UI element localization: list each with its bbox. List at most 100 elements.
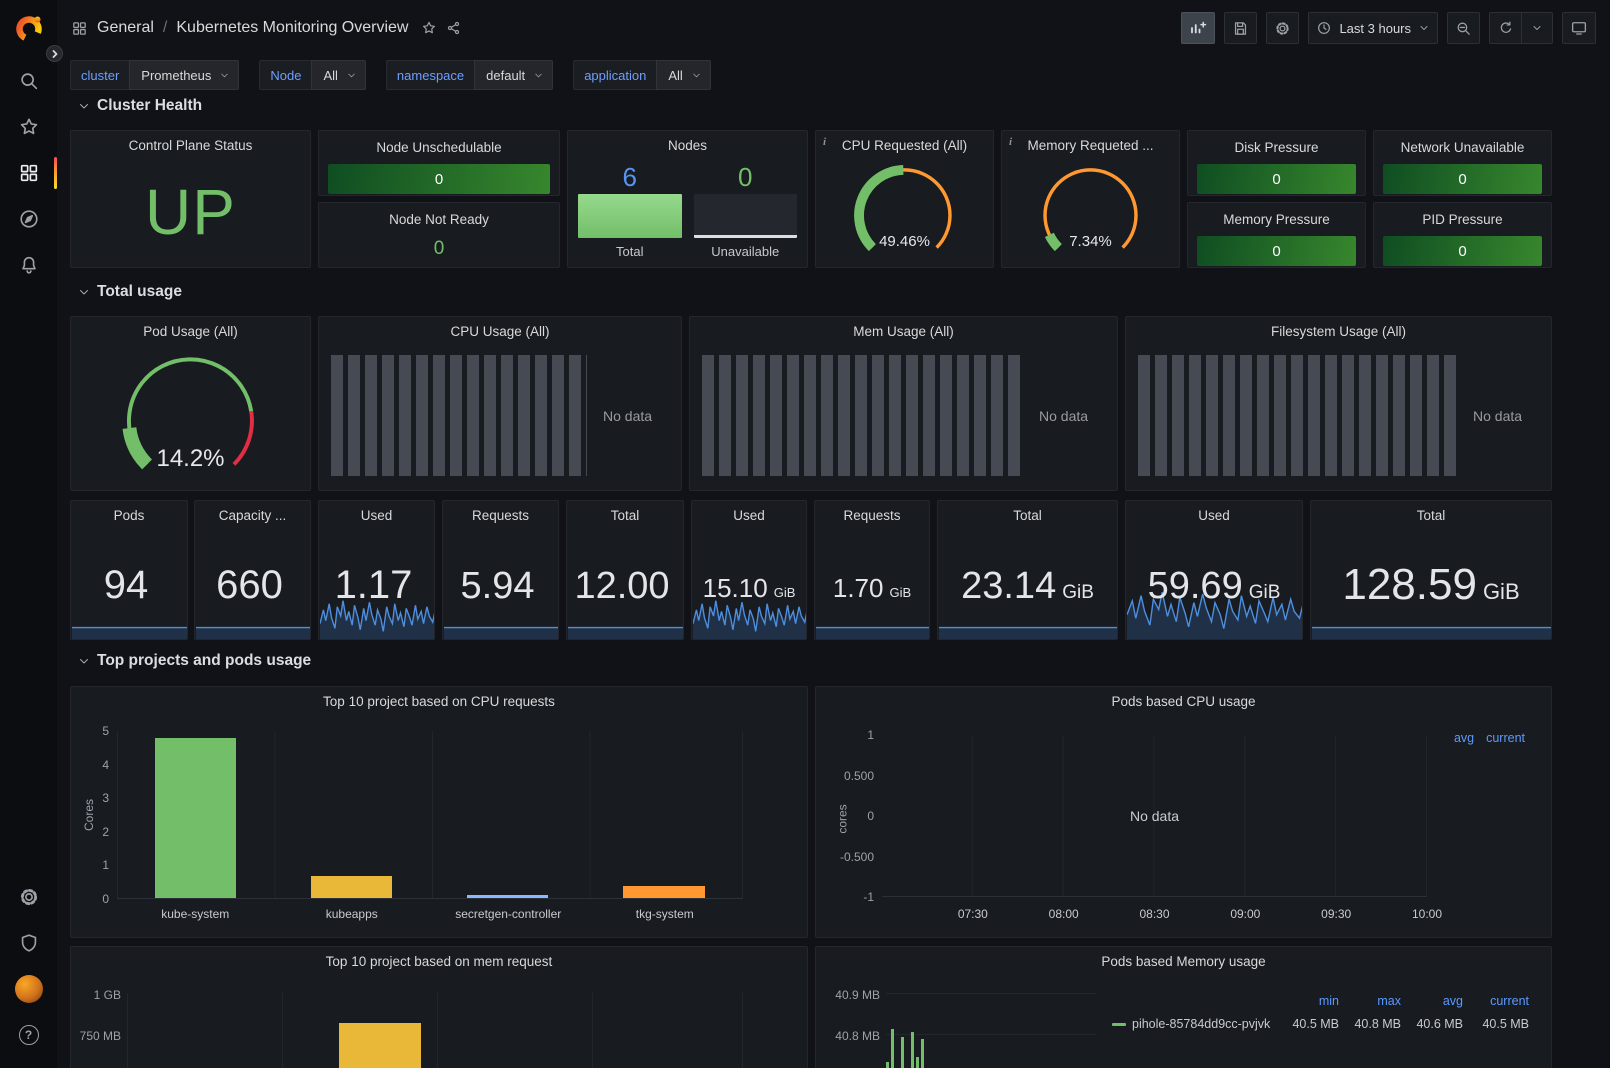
- panel-title[interactable]: CPU Usage (All): [319, 317, 681, 345]
- sidebar-item-alerting[interactable]: [7, 245, 51, 285]
- breadcrumb-folder[interactable]: General: [97, 19, 154, 37]
- panel-title[interactable]: Capacity ...: [195, 501, 310, 529]
- sidebar-item-profile[interactable]: [7, 969, 51, 1009]
- panel-disk-pressure: Disk Pressure 0: [1187, 130, 1366, 196]
- refresh-button[interactable]: [1489, 12, 1521, 44]
- legend-current[interactable]: current: [1486, 731, 1525, 745]
- panel-title[interactable]: Disk Pressure: [1188, 136, 1365, 158]
- bar-chart-bars: [117, 731, 742, 898]
- bar: [623, 886, 704, 898]
- time-range-picker[interactable]: Last 3 hours: [1308, 12, 1438, 44]
- legend-col-avg[interactable]: avg: [1401, 994, 1463, 1008]
- series-name[interactable]: pihole-85784dd9cc-pvjvk: [1132, 1017, 1277, 1031]
- panel-stat-cpu-requests: Requests 5.94: [442, 500, 559, 640]
- save-dashboard-button[interactable]: [1224, 12, 1257, 44]
- panel-title[interactable]: Node Unschedulable: [319, 136, 559, 158]
- sidebar-item-search[interactable]: [7, 61, 51, 101]
- panel-title[interactable]: Requests: [443, 501, 558, 529]
- sidebar-expand-button[interactable]: [46, 45, 63, 62]
- panel-title[interactable]: Total: [938, 501, 1117, 529]
- star-icon: [421, 20, 437, 36]
- section-cluster-health[interactable]: Cluster Health: [78, 97, 202, 115]
- panel-filesystem-usage: Filesystem Usage (All) No data: [1125, 316, 1552, 491]
- series-color-swatch: [1112, 1023, 1126, 1026]
- add-panel-button[interactable]: [1181, 12, 1215, 44]
- nodes-unavailable-column: 0 Unavailable: [694, 163, 798, 259]
- panel-title[interactable]: Requests: [815, 501, 929, 529]
- section-total-usage[interactable]: Total usage: [78, 283, 182, 301]
- panel-node-unschedulable: Node Unschedulable 0: [318, 130, 560, 196]
- panel-title[interactable]: Mem Usage (All): [690, 317, 1117, 345]
- stat-value: 5.94: [443, 567, 558, 605]
- variable-cluster-selected: Prometheus: [141, 68, 211, 83]
- panel-title[interactable]: Filesystem Usage (All): [1126, 317, 1551, 345]
- legend-header: min max avg current: [1277, 994, 1529, 1008]
- variable-node-value[interactable]: All: [311, 60, 365, 90]
- sidebar-item-help[interactable]: ?: [7, 1015, 51, 1055]
- panel-title[interactable]: Pod Usage (All): [71, 317, 310, 345]
- grafana-dashboard: { "icons": {"info_glyph": "i", "help_gly…: [0, 0, 1610, 1068]
- panel-title[interactable]: Used: [319, 501, 434, 529]
- legend-col-current[interactable]: current: [1463, 994, 1529, 1008]
- sidebar-item-server-admin[interactable]: [7, 923, 51, 963]
- panel-mem-usage: Mem Usage (All) No data: [689, 316, 1118, 491]
- info-icon[interactable]: i: [823, 136, 826, 148]
- zoom-out-time-button[interactable]: [1447, 12, 1480, 44]
- variable-namespace-value[interactable]: default: [474, 60, 553, 90]
- panel-title[interactable]: Pods: [71, 501, 187, 529]
- compass-icon: [18, 208, 40, 230]
- panel-title[interactable]: Top 10 project based on CPU requests: [71, 687, 807, 715]
- sidebar-item-starred[interactable]: [7, 107, 51, 147]
- sidebar-item-explore[interactable]: [7, 199, 51, 239]
- panel-title[interactable]: Control Plane Status: [71, 131, 310, 159]
- bar: [311, 876, 392, 898]
- grafana-logo[interactable]: [7, 8, 51, 48]
- sidebar-item-dashboards[interactable]: [7, 153, 51, 193]
- panel-title[interactable]: Top 10 project based on mem request: [71, 947, 807, 975]
- panel-title[interactable]: Node Not Ready: [319, 208, 559, 230]
- panel-title[interactable]: Used: [1126, 501, 1302, 529]
- panel-title[interactable]: Nodes: [568, 131, 807, 159]
- variable-cluster-value[interactable]: Prometheus: [129, 60, 239, 90]
- time-series-plot: No data: [882, 735, 1427, 897]
- panel-title[interactable]: Used: [692, 501, 806, 529]
- series-min: 40.5 MB: [1277, 1017, 1339, 1031]
- panel-cpu-usage: CPU Usage (All) No data: [318, 316, 682, 491]
- panel-stat-mem-used: Used 15.10GiB: [691, 500, 807, 640]
- panel-title[interactable]: Total: [1311, 501, 1551, 529]
- panel-title[interactable]: Memory Requeted ...: [1002, 131, 1179, 159]
- kiosk-mode-button[interactable]: [1562, 12, 1596, 44]
- bar-chart-plot: [117, 731, 743, 899]
- variable-application-value[interactable]: All: [656, 60, 710, 90]
- panel-title[interactable]: Network Unavailable: [1374, 136, 1551, 158]
- panel-title[interactable]: Total: [567, 501, 683, 529]
- breadcrumb: General / Kubernetes Monitoring Overview: [71, 19, 462, 37]
- save-icon: [1232, 20, 1249, 37]
- memory-usage-bars: [886, 1007, 924, 1068]
- panel-title[interactable]: Memory Pressure: [1188, 208, 1365, 230]
- share-dashboard-button[interactable]: [446, 20, 462, 36]
- sidebar-item-configuration[interactable]: [7, 877, 51, 917]
- favorite-dashboard-button[interactable]: [421, 20, 437, 36]
- sparkline: [568, 623, 684, 639]
- panel-title[interactable]: Pods based CPU usage: [816, 687, 1551, 715]
- no-data-text: No data: [1039, 355, 1105, 476]
- dashboard-settings-button[interactable]: [1266, 12, 1299, 44]
- panel-title[interactable]: PID Pressure: [1374, 208, 1551, 230]
- variable-namespace-selected: default: [486, 68, 525, 83]
- legend-col-min[interactable]: min: [1277, 994, 1339, 1008]
- stat-value: 1.70GiB: [815, 575, 929, 601]
- legend-avg[interactable]: avg: [1454, 731, 1474, 745]
- panel-title[interactable]: CPU Requested (All): [816, 131, 993, 159]
- nodes-bar-gauges: 6 Total 0 Unavailable: [578, 163, 797, 259]
- dashboard-title[interactable]: Kubernetes Monitoring Overview: [176, 19, 408, 37]
- info-icon[interactable]: i: [1009, 136, 1012, 148]
- shield-icon: [18, 932, 40, 954]
- stat-value: 128.59GiB: [1311, 563, 1551, 607]
- panel-title[interactable]: Pods based Memory usage: [816, 947, 1551, 975]
- section-top-projects[interactable]: Top projects and pods usage: [78, 652, 311, 670]
- memory-requested-value: 7.34%: [1002, 233, 1179, 250]
- refresh-button-group: [1489, 12, 1553, 44]
- refresh-interval-dropdown[interactable]: [1521, 12, 1553, 44]
- legend-col-max[interactable]: max: [1339, 994, 1401, 1008]
